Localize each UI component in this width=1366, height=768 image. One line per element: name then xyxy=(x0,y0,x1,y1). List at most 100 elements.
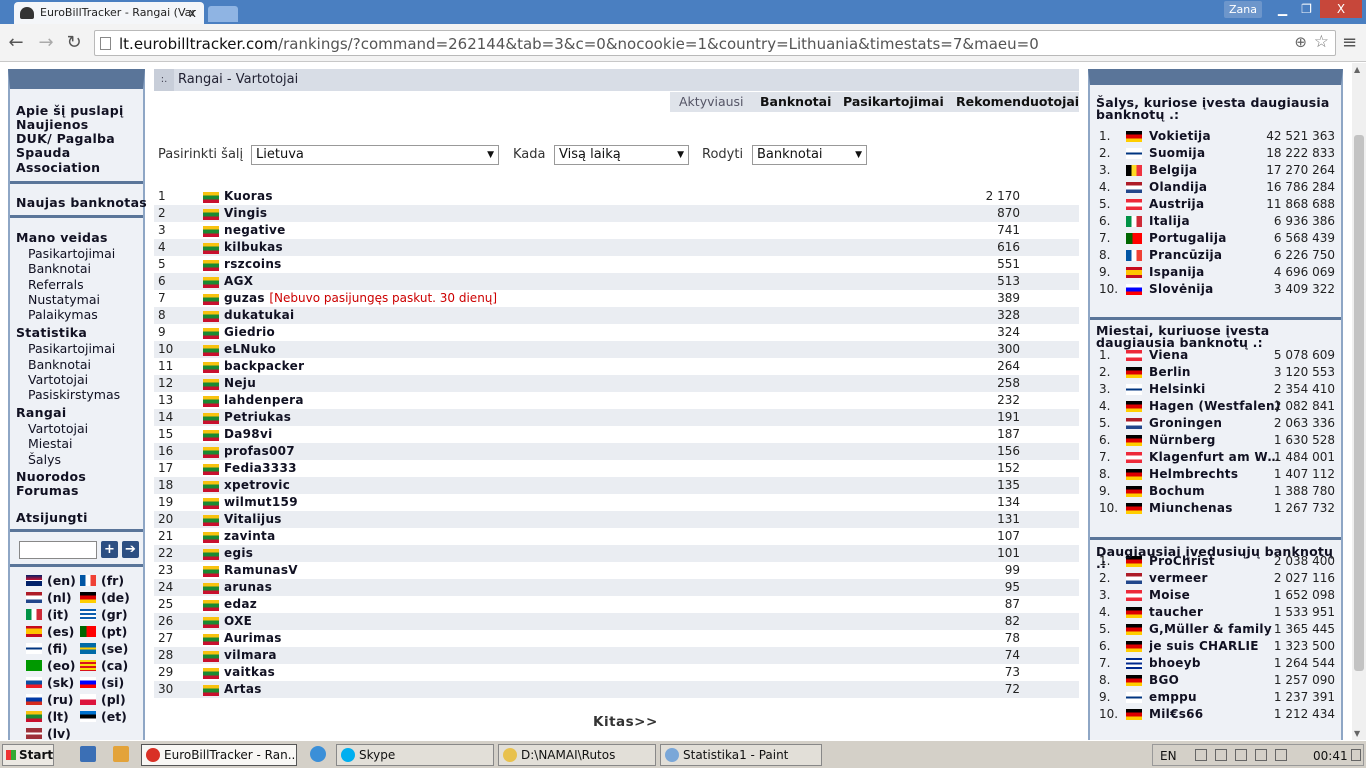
nav-referrals[interactable]: Referrals xyxy=(28,277,84,292)
user-name[interactable]: Vitalijus xyxy=(224,511,282,528)
item-name[interactable]: Mil€s66 xyxy=(1149,706,1203,723)
show-desktop-icon[interactable] xyxy=(1351,749,1361,761)
media-quicklaunch-icon[interactable] xyxy=(113,746,129,762)
scrollbar-thumb[interactable] xyxy=(1354,135,1364,671)
nav-my-notes[interactable]: Banknotai xyxy=(28,261,91,276)
volume-icon[interactable] xyxy=(1255,749,1267,761)
keyboard-language[interactable]: EN xyxy=(1160,749,1177,763)
language-option[interactable]: (pt) xyxy=(80,624,127,639)
nav-about[interactable]: Apie šį puslapį xyxy=(16,103,124,118)
taskbar-item[interactable]: Statistika1 - Paint xyxy=(660,744,822,766)
user-name[interactable]: rszcoins xyxy=(224,256,282,273)
tab-most-active[interactable]: Aktyviausi xyxy=(679,94,744,109)
nav-rank-users[interactable]: Vartotojai xyxy=(28,421,88,436)
item-name[interactable]: Klagenfurt am Wör... xyxy=(1149,449,1281,466)
item-name[interactable]: Austrija xyxy=(1149,196,1204,213)
tab-close-icon[interactable]: x xyxy=(189,2,196,24)
language-option[interactable]: (lt) xyxy=(26,709,69,724)
item-name[interactable]: Prancūzija xyxy=(1149,247,1222,264)
add-search-button[interactable]: + xyxy=(101,541,118,558)
user-name[interactable]: zavinta xyxy=(224,528,276,545)
user-name[interactable]: OXE xyxy=(224,613,252,630)
user-name[interactable]: Kuoras xyxy=(224,188,273,205)
minimize-button[interactable]: ▁ xyxy=(1270,0,1295,18)
nav-stats-notes[interactable]: Banknotai xyxy=(28,357,91,372)
item-name[interactable]: Vokietija xyxy=(1149,128,1211,145)
item-name[interactable]: Helsinki xyxy=(1149,381,1206,398)
item-name[interactable]: Viena xyxy=(1149,347,1188,364)
item-name[interactable]: Suomija xyxy=(1149,145,1205,162)
item-name[interactable]: Miunchenas xyxy=(1149,500,1233,517)
user-name[interactable]: Aurimas xyxy=(224,630,282,647)
user-name[interactable]: AGX xyxy=(224,273,253,290)
language-option[interactable]: (eo) xyxy=(26,658,76,673)
forward-icon[interactable]: → xyxy=(34,32,58,53)
user-name[interactable]: profas007 xyxy=(224,443,295,460)
nav-my-profile[interactable]: Mano veidas xyxy=(16,230,108,245)
clock[interactable]: 00:41 xyxy=(1313,749,1348,763)
language-option[interactable]: (fr) xyxy=(80,573,124,588)
item-name[interactable]: G,Müller & family xyxy=(1149,621,1272,638)
item-name[interactable]: bhoeyb xyxy=(1149,655,1201,672)
back-icon[interactable]: ← xyxy=(4,32,28,53)
user-name[interactable]: wilmut159 xyxy=(224,494,298,511)
maximize-button[interactable]: ❐ xyxy=(1294,0,1319,18)
language-option[interactable]: (pl) xyxy=(80,692,126,707)
close-window-button[interactable]: X xyxy=(1320,0,1362,18)
chrome-menu-icon[interactable]: ≡ xyxy=(1342,32,1357,53)
item-name[interactable]: Olandija xyxy=(1149,179,1207,196)
item-name[interactable]: Groningen xyxy=(1149,415,1222,432)
language-option[interactable]: (fi) xyxy=(26,641,68,656)
user-name[interactable]: Da98vi xyxy=(224,426,273,443)
period-select[interactable]: Visą laiką ▼ xyxy=(554,145,689,165)
item-name[interactable]: Berlin xyxy=(1149,364,1191,381)
nav-rank-countries[interactable]: Šalys xyxy=(28,452,61,467)
next-page-link[interactable]: Kitas>> xyxy=(593,714,658,730)
item-name[interactable]: Bochum xyxy=(1149,483,1205,500)
language-option[interactable]: (it) xyxy=(26,607,69,622)
user-name[interactable]: egis xyxy=(224,545,253,562)
nav-faq[interactable]: DUK/ Pagalba xyxy=(16,131,115,146)
tab-eurobilltracker[interactable]: EuroBillTracker - Rangai (Var x xyxy=(14,2,204,24)
taskbar-item[interactable]: D:\NAMAI\Rutos xyxy=(498,744,656,766)
scroll-up-icon[interactable]: ▲ xyxy=(1354,65,1360,74)
language-option[interactable]: (sk) xyxy=(26,675,74,690)
user-name[interactable]: eLNuko xyxy=(224,341,276,358)
user-name[interactable]: lahdenpera xyxy=(224,392,304,409)
user-name[interactable]: Giedrio xyxy=(224,324,275,341)
language-option[interactable]: (es) xyxy=(26,624,74,639)
ie-quicklaunch-icon[interactable] xyxy=(310,746,326,762)
language-option[interactable]: (nl) xyxy=(26,590,72,605)
nav-support[interactable]: Palaikymas xyxy=(28,307,98,322)
item-name[interactable]: emppu xyxy=(1149,689,1197,706)
url-text[interactable]: lt.eurobilltracker.com/rankings/?command… xyxy=(119,35,1039,53)
user-name[interactable]: arunas xyxy=(224,579,272,596)
profile-badge[interactable]: Zana xyxy=(1224,1,1262,18)
item-name[interactable]: Nürnberg xyxy=(1149,432,1216,449)
nav-links[interactable]: Nuorodos xyxy=(16,469,86,484)
page-scrollbar[interactable]: ▲ ▼ xyxy=(1352,63,1366,740)
user-name[interactable]: vaitkas xyxy=(224,664,275,681)
nav-association[interactable]: Association xyxy=(16,160,100,175)
language-option[interactable]: (gr) xyxy=(80,607,128,622)
nav-statistics[interactable]: Statistika xyxy=(16,325,87,340)
nav-stats-hits[interactable]: Pasikartojimai xyxy=(28,341,115,356)
nav-rankings[interactable]: Rangai xyxy=(16,405,66,420)
item-name[interactable]: Belgija xyxy=(1149,162,1197,179)
scroll-down-icon[interactable]: ▼ xyxy=(1354,729,1360,738)
user-name[interactable]: kilbukas xyxy=(224,239,283,256)
user-name[interactable]: Vingis xyxy=(224,205,267,222)
tab-hits[interactable]: Pasikartojimai xyxy=(843,94,944,109)
language-option[interactable]: (se) xyxy=(80,641,128,656)
nav-forum[interactable]: Forumas xyxy=(16,483,79,498)
taskbar-item[interactable]: Skype xyxy=(336,744,494,766)
language-option[interactable]: (en) xyxy=(26,573,76,588)
item-name[interactable]: je suis CHARLIE xyxy=(1149,638,1259,655)
reload-icon[interactable]: ↻ xyxy=(62,32,86,53)
nav-stats-distribution[interactable]: Pasiskirstymas xyxy=(28,387,120,402)
user-name[interactable]: Fedia3333 xyxy=(224,460,297,477)
bookmark-star-icon[interactable]: ☆ xyxy=(1314,32,1329,52)
nav-press[interactable]: Spauda xyxy=(16,145,70,160)
user-name[interactable]: backpacker xyxy=(224,358,304,375)
item-name[interactable]: Italija xyxy=(1149,213,1190,230)
